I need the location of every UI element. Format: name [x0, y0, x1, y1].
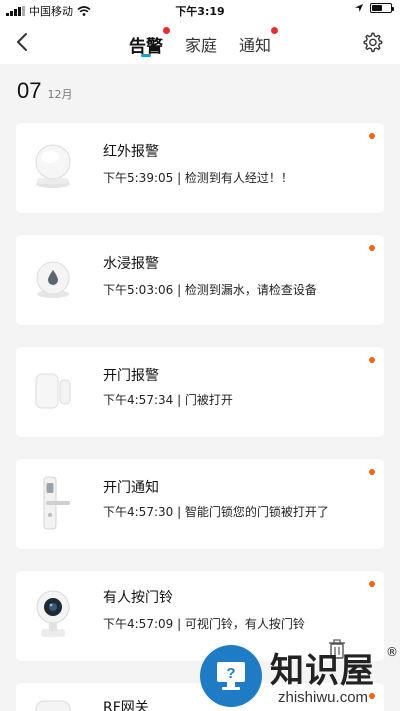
unread-dot — [369, 469, 375, 475]
event-title: 红外报警 — [103, 144, 159, 160]
door-sensor-icon — [32, 365, 74, 415]
tab-alarm[interactable]: 告警 — [129, 20, 170, 64]
smart-lock-icon — [32, 475, 74, 531]
water-sensor-icon — [32, 253, 74, 303]
event-card[interactable]: 水浸报警 下午5:03:06 | 检测到漏水，请检查设备 — [16, 235, 384, 325]
event-description: 下午4:57:09 | 可视门铃，有人按门铃 — [103, 617, 305, 631]
watermark-registered: ® — [386, 645, 398, 659]
event-card[interactable]: 开门报警 下午4:57:34 | 门被打开 — [16, 347, 384, 437]
tab-alarm-unread-dot — [162, 27, 170, 34]
tab-notice[interactable]: 通知 — [239, 20, 279, 64]
gear-icon — [363, 32, 383, 53]
tab-family-label: 家庭 — [184, 36, 217, 55]
nav-bar: 告警 家庭 通知 — [0, 20, 400, 64]
svg-text:?: ? — [226, 665, 235, 682]
unread-dot — [369, 357, 375, 363]
event-title: 开门报警 — [103, 368, 159, 384]
event-card[interactable]: 红外报警 下午5:39:05 | 检测到有人经过！！ — [16, 123, 384, 213]
event-description: 下午5:03:06 | 检测到漏水，请检查设备 — [103, 283, 317, 297]
battery-icon — [370, 3, 394, 13]
event-description: 下午5:39:05 | 检测到有人经过！！ — [103, 171, 293, 185]
watermark-text: 知识屋 — [270, 651, 375, 691]
event-title: 有人按门铃 — [103, 590, 173, 606]
watermark-logo: ? — [200, 645, 262, 707]
date-header: 07 12月 — [17, 78, 72, 104]
tab-active-indicator — [140, 54, 151, 57]
tab-family[interactable]: 家庭 — [185, 20, 217, 64]
tab-notice-unread-dot — [271, 27, 279, 34]
event-description: 下午4:57:34 | 门被打开 — [103, 393, 233, 407]
unread-dot — [369, 245, 375, 251]
location-arrow-icon — [355, 4, 363, 12]
date-month: 12月 — [47, 88, 73, 101]
watermark-url: zhishiwu.com — [278, 689, 369, 706]
settings-button[interactable] — [358, 28, 386, 56]
event-title: 水浸报警 — [103, 256, 159, 272]
rf-gateway-icon — [32, 695, 74, 711]
date-day: 07 — [17, 78, 42, 103]
tab-notice-label: 通知 — [239, 36, 272, 55]
unread-dot — [369, 581, 375, 587]
motion-sensor-icon — [32, 141, 74, 191]
event-card[interactable]: 开门通知 下午4:57:30 | 智能门锁您的门锁被打开了 — [16, 459, 384, 549]
status-right — [354, 3, 394, 13]
unread-dot — [369, 133, 375, 139]
watermark: ? 知识屋 ® zhishiwu.com — [200, 637, 400, 711]
battery-level — [372, 5, 382, 11]
event-title: RF网关 — [103, 700, 149, 711]
doorbell-camera-icon — [32, 585, 74, 641]
event-description: 下午4:57:30 | 智能门锁您的门锁被打开了 — [103, 505, 329, 519]
tab-bar: 告警 家庭 通知 — [0, 20, 400, 64]
status-bar: 中国移动 下午3:19 — [0, 0, 400, 20]
event-title: 开门通知 — [103, 480, 159, 496]
status-time: 下午3:19 — [175, 5, 225, 18]
